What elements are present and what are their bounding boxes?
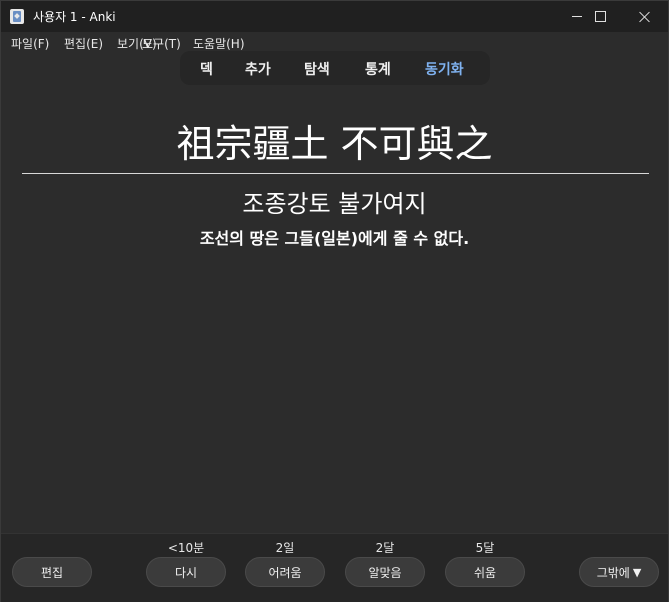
again-interval: <10분 [167, 541, 205, 555]
hard-button[interactable]: 어려움 [245, 557, 325, 587]
maximize-icon [594, 11, 606, 22]
easy-interval: 5달 [475, 541, 495, 555]
easy-button-label: 쉬움 [473, 565, 497, 580]
good-button[interactable]: 알맞음 [345, 557, 425, 587]
anki-window: 사용자 1 - Anki 파일(F) 편집(E) 보기(V) 도구(T) 도움말… [0, 0, 669, 602]
good-interval: 2달 [375, 541, 395, 555]
toolbar-stats-link[interactable]: 통계 [365, 59, 391, 79]
menu-tools[interactable]: 도구(T) [142, 35, 181, 52]
easy-button[interactable]: 쉬움 [445, 557, 525, 587]
close-button[interactable] [622, 1, 668, 32]
card-reading-text: 조종강토 불가여지 [242, 190, 427, 218]
answer-divider [22, 173, 649, 174]
window-title: 사용자 1 - Anki [33, 10, 116, 24]
again-button-label: 다시 [174, 565, 198, 580]
hard-interval: 2일 [275, 541, 295, 555]
anki-app-icon [10, 9, 24, 24]
close-icon [639, 11, 651, 23]
toolbar-add-link[interactable]: 추가 [245, 59, 271, 79]
again-button[interactable]: 다시 [146, 557, 226, 587]
menu-edit[interactable]: 편집(E) [64, 35, 103, 52]
edit-button-label: 편집 [40, 565, 64, 580]
more-button[interactable]: 그밖에 ▼ [579, 557, 659, 587]
good-button-label: 알맞음 [368, 565, 402, 580]
menu-help[interactable]: 도움말(H) [193, 35, 245, 52]
menu-file[interactable]: 파일(F) [11, 35, 49, 52]
title-bar: 사용자 1 - Anki [1, 1, 668, 32]
card-front-text: 祖宗疆土 不可與之 [176, 122, 493, 166]
main-toolbar: 덱 추가 탐색 통계 동기화 [180, 51, 490, 85]
hard-button-label: 어려움 [268, 565, 302, 580]
card-meaning-text: 조선의 땅은 그들(일본)에게 줄 수 없다. [199, 229, 470, 248]
maximize-button[interactable] [577, 1, 623, 32]
toolbar-sync-link[interactable]: 동기화 [425, 59, 464, 79]
answer-bar: 편집 <10분 다시 2일 어려움 2달 알맞음 5달 쉬움 그밖에 ▼ [1, 533, 668, 602]
toolbar-browse-link[interactable]: 탐색 [304, 59, 330, 79]
more-button-label: 그밖에 [596, 565, 630, 580]
toolbar-decks-link[interactable]: 덱 [200, 59, 213, 79]
edit-button[interactable]: 편집 [12, 557, 92, 587]
triangle-down-icon: ▼ [632, 565, 642, 579]
